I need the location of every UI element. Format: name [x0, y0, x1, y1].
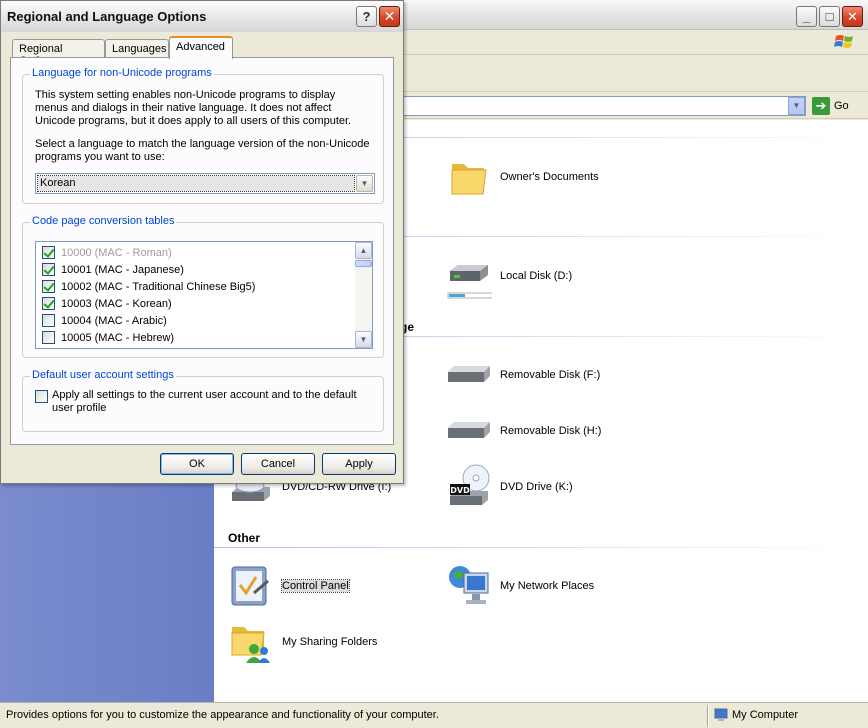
list-item[interactable]: 10002 (MAC - Traditional Chinese Big5) — [42, 278, 255, 295]
hard-disk-icon — [446, 253, 495, 299]
dvd-drive-icon: DVD — [446, 464, 492, 510]
code-page-checkbox[interactable] — [42, 297, 55, 310]
user-account-group: Default user account settings Apply all … — [22, 369, 384, 432]
tab-languages[interactable]: Languages — [105, 39, 169, 58]
list-item[interactable]: 10001 (MAC - Japanese) — [42, 261, 184, 278]
code-page-legend: Code page conversion tables — [30, 215, 177, 227]
tab-regional-options[interactable]: Regional Options — [12, 39, 105, 67]
user-account-legend: Default user account settings — [30, 369, 176, 381]
non-unicode-group: Language for non-Unicode programs This s… — [22, 67, 384, 204]
code-page-label: 10004 (MAC - Arabic) — [61, 314, 167, 327]
list-item[interactable]: 10005 (MAC - Hebrew) — [42, 329, 174, 346]
item-label: Local Disk (D:) — [500, 270, 573, 282]
apply-defaults-label[interactable]: Apply all settings to the current user a… — [52, 389, 362, 415]
advanced-tab-panel: Language for non-Unicode programs This s… — [10, 57, 394, 445]
my-computer-icon — [714, 708, 728, 721]
code-page-checkbox[interactable] — [42, 280, 55, 293]
minimize-button[interactable]: _ — [796, 6, 817, 27]
chevron-down-icon[interactable]: ▼ — [356, 175, 373, 192]
code-page-label: 10002 (MAC - Traditional Chinese Big5) — [61, 280, 256, 293]
status-separator — [707, 705, 709, 727]
list-item[interactable]: 10004 (MAC - Arabic) — [42, 312, 167, 329]
dialog-title: Regional and Language Options — [7, 9, 207, 24]
folder-icon — [446, 154, 492, 200]
scroll-up-button[interactable]: ▲ — [355, 242, 372, 259]
removable-disk-icon — [446, 408, 492, 454]
scroll-down-button[interactable]: ▼ — [355, 331, 372, 348]
apply-defaults-checkbox[interactable] — [35, 390, 48, 403]
item-my-sharing-folders[interactable]: My Sharing Folders — [228, 619, 377, 665]
tab-advanced[interactable]: Advanced — [169, 36, 233, 59]
dialog-close-button[interactable]: ✕ — [379, 6, 400, 27]
status-location-label: My Computer — [732, 709, 799, 721]
item-label: My Sharing Folders — [282, 636, 378, 648]
item-removable-disk-h[interactable]: Removable Disk (H:) — [446, 408, 601, 454]
item-label: Removable Disk (F:) — [500, 369, 601, 381]
code-page-label: 10000 (MAC - Roman) — [61, 246, 172, 259]
go-button[interactable]: ➔ Go — [812, 97, 849, 115]
svg-text:DVD: DVD — [450, 486, 470, 495]
item-label: DVD Drive (K:) — [500, 481, 573, 493]
code-page-checkbox[interactable] — [42, 314, 55, 327]
control-panel-icon — [228, 563, 274, 609]
code-page-checkbox[interactable] — [42, 331, 55, 344]
code-page-checkbox[interactable] — [42, 246, 55, 259]
removable-disk-icon — [446, 352, 492, 398]
code-page-scrollbar[interactable]: ▲ ▼ — [355, 242, 372, 348]
item-label: Removable Disk (H:) — [500, 425, 602, 437]
close-button[interactable]: ✕ — [842, 6, 863, 27]
network-places-icon — [446, 563, 492, 609]
non-unicode-select-label: Select a language to match the language … — [35, 138, 370, 163]
code-page-label: 10001 (MAC - Japanese) — [61, 263, 184, 276]
address-input[interactable] — [402, 96, 806, 116]
windows-logo-icon — [834, 33, 856, 51]
address-dropdown-button[interactable]: ▼ — [788, 97, 805, 115]
status-location: My Computer — [714, 708, 798, 722]
status-bar: Provides options for you to customize th… — [0, 702, 868, 728]
code-page-label: 10003 (MAC - Korean) — [61, 297, 172, 310]
group-header-other: Other — [228, 531, 261, 545]
non-unicode-description: This system setting enables non-Unicode … — [35, 89, 352, 127]
language-select-value: Korean — [37, 175, 355, 192]
item-removable-disk-f[interactable]: Removable Disk (F:) — [446, 352, 600, 398]
group-divider — [214, 547, 868, 548]
dialog-title-bar[interactable]: Regional and Language Options ? ✕ — [1, 1, 403, 32]
list-item[interactable]: 10003 (MAC - Korean) — [42, 295, 172, 312]
non-unicode-legend: Language for non-Unicode programs — [30, 67, 214, 79]
ok-button[interactable]: OK — [160, 453, 234, 475]
item-dvd-drive-k[interactable]: DVD DVD Drive (K:) — [446, 464, 573, 510]
item-my-network-places[interactable]: My Network Places — [446, 563, 594, 609]
item-owners-documents[interactable]: Owner's Documents — [446, 154, 599, 200]
item-label: Owner's Documents — [500, 171, 599, 183]
language-select[interactable]: Korean ▼ — [35, 173, 375, 194]
sharing-folders-icon — [228, 619, 274, 665]
item-label: My Network Places — [500, 580, 595, 592]
maximize-button[interactable]: □ — [819, 6, 840, 27]
status-text: Provides options for you to customize th… — [6, 709, 439, 721]
code-page-group: Code page conversion tables 10000 (MAC -… — [22, 215, 384, 358]
item-local-disk-d[interactable]: Local Disk (D:) — [446, 253, 572, 299]
go-label: Go — [834, 100, 849, 112]
code-page-label: 10005 (MAC - Hebrew) — [61, 331, 175, 344]
list-item[interactable]: 10000 (MAC - Roman) — [42, 244, 172, 261]
code-page-checkbox[interactable] — [42, 263, 55, 276]
item-control-panel[interactable]: Control Panel — [228, 563, 350, 609]
item-label: Control Panel — [281, 579, 350, 593]
go-arrow-icon: ➔ — [812, 97, 830, 115]
scroll-thumb[interactable] — [355, 260, 372, 267]
apply-button[interactable]: Apply — [322, 453, 396, 475]
code-page-list[interactable]: 10000 (MAC - Roman) 10001 (MAC - Japanes… — [35, 241, 373, 349]
help-button[interactable]: ? — [356, 6, 377, 27]
cancel-button[interactable]: Cancel — [241, 453, 315, 475]
regional-language-options-dialog: Regional and Language Options ? ✕ Region… — [0, 0, 404, 484]
